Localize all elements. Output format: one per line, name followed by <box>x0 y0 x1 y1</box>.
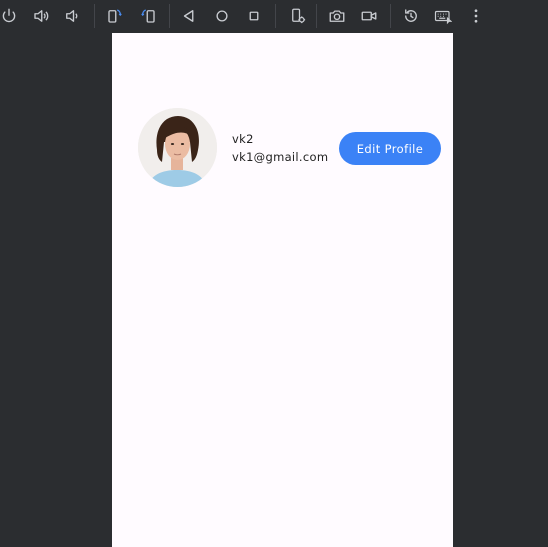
device-settings-icon[interactable] <box>287 5 309 27</box>
profile-name: vk2 <box>232 132 254 146</box>
overview-icon[interactable] <box>243 5 265 27</box>
emulator-toolbar <box>0 0 548 33</box>
volume-up-icon[interactable] <box>30 5 52 27</box>
edit-profile-button[interactable]: Edit Profile <box>339 132 441 165</box>
power-icon[interactable] <box>0 5 20 27</box>
keyboard-icon[interactable] <box>432 5 454 27</box>
profile-header: vk2 vk1@gmail.com Edit Profile <box>112 33 453 233</box>
video-icon[interactable] <box>358 5 380 27</box>
avatar <box>138 108 217 187</box>
home-icon[interactable] <box>211 5 233 27</box>
profile-email: vk1@gmail.com <box>232 150 329 164</box>
more-icon[interactable] <box>465 5 487 27</box>
replay-icon[interactable] <box>400 5 422 27</box>
device-screen: vk2 vk1@gmail.com Edit Profile <box>112 33 453 547</box>
rotate-left-icon[interactable] <box>104 5 126 27</box>
camera-icon[interactable] <box>326 5 348 27</box>
rotate-right-icon[interactable] <box>137 5 159 27</box>
back-icon[interactable] <box>178 5 200 27</box>
volume-down-icon[interactable] <box>61 5 83 27</box>
